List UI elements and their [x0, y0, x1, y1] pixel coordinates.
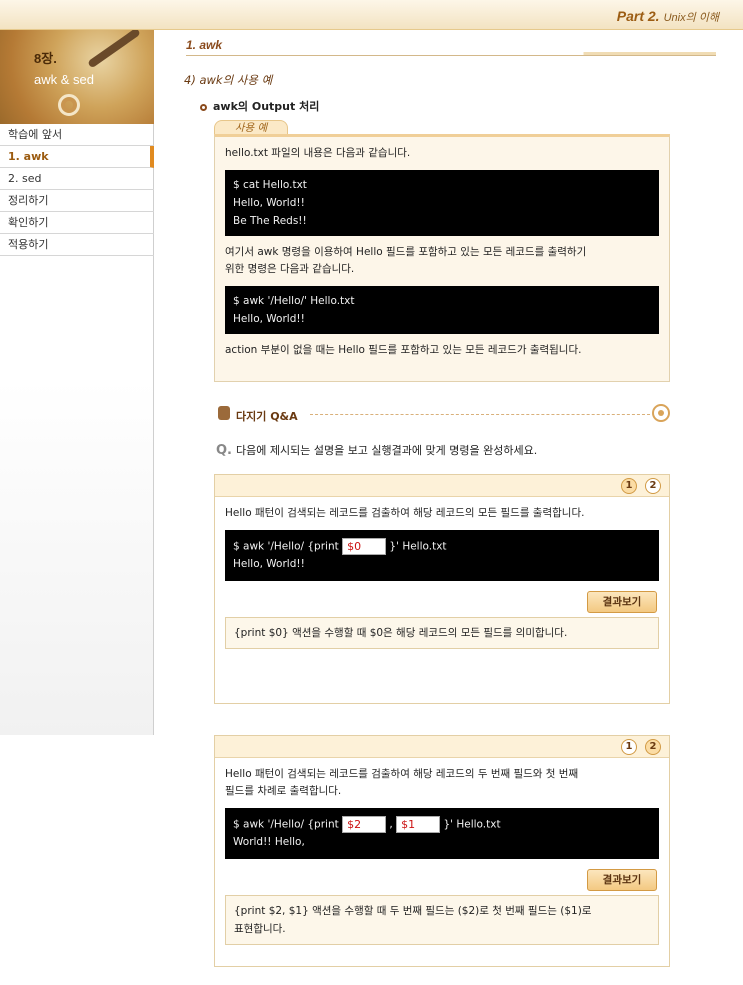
sidebar-nav: 학습에 앞서 1. awk 2. sed 정리하기 확인하기 적용하기 — [0, 124, 154, 256]
tab-2-button[interactable]: 2 — [645, 478, 661, 494]
question-text: Q. 다음에 제시되는 설명을 보고 실행결과에 맞게 명령을 완성하세요. — [216, 443, 538, 458]
tab-2-button[interactable]: 2 — [645, 739, 661, 755]
terminal-line: $ cat Hello.txt — [233, 179, 307, 191]
part-name: Unix의 이해 — [663, 12, 719, 24]
answer-input-2[interactable]: $1 — [396, 816, 441, 833]
result-text: {print $2, $1} 액션을 수행할 때 두 번째 필드는 ($2)로 … — [225, 894, 659, 945]
sidebar-item-check[interactable]: 확인하기 — [0, 212, 154, 234]
bullet-heading: awk의 Output 처리 — [200, 98, 319, 114]
tab-1-button[interactable]: 1 — [621, 739, 637, 755]
terminal-line: Hello, World!! — [233, 197, 305, 209]
dart-icon — [87, 27, 141, 69]
terminal-line: Hello, World!! — [233, 313, 305, 325]
terminal-line: Be The Reds!! — [233, 215, 307, 227]
qa-title: 다지기 Q&A — [236, 410, 298, 423]
question-box-2: 1 2 Hello 패턴이 검색되는 레코드를 검출하여 해당 레코드의 두 번… — [214, 735, 670, 967]
answer-input[interactable]: $0 — [342, 538, 387, 555]
part-title: Part 2. Unix의 이해 — [617, 8, 719, 25]
sidebar: 8장. awk & sed 학습에 앞서 1. awk 2. sed 정리하기 … — [0, 0, 154, 735]
qa-heading: 다지기 Q&A — [214, 402, 670, 426]
target-icon — [652, 404, 670, 422]
terminal-output: Hello, World!! — [233, 557, 305, 570]
target-icon — [58, 94, 80, 116]
question-box-1: 1 2 Hello 패턴이 검색되는 레코드를 검출하여 해당 레코드의 모든 … — [214, 474, 670, 704]
question-box-header: 1 2 — [215, 475, 669, 497]
result-text: {print $0} 액션을 수행할 때 $0은 해당 레코드의 모든 필드를 … — [225, 616, 659, 649]
hand-icon — [218, 406, 230, 420]
question-terminal: $ awk '/Hello/ {print $0 }' Hello.txt He… — [225, 530, 659, 581]
result-button[interactable]: 결과보기 — [587, 590, 657, 613]
example-text-1: hello.txt 파일의 내용은 다음과 같습니다. — [225, 147, 411, 159]
terminal-line: $ awk '/Hello/' Hello.txt — [233, 295, 355, 307]
subsection-title: 4) awk의 사용 예 — [184, 73, 273, 87]
sidebar-item-summary[interactable]: 정리하기 — [0, 190, 154, 212]
question-terminal: $ awk '/Hello/ {print $2 , $1 }' Hello.t… — [225, 808, 659, 859]
terminal-block-2: $ awk '/Hello/' Hello.txt Hello, World!! — [225, 286, 659, 334]
tab-1-button[interactable]: 1 — [621, 478, 637, 494]
terminal-output: World!! Hello, — [233, 835, 305, 848]
terminal-block-1: $ cat Hello.txt Hello, World!! Be The Re… — [225, 170, 659, 236]
question-box-header: 1 2 — [215, 736, 669, 758]
chapter-subtitle: awk & sed — [34, 72, 94, 87]
top-bar: Part 2. Unix의 이해 — [0, 0, 743, 30]
qa-divider — [310, 414, 650, 415]
part-number: Part 2. — [616, 8, 660, 24]
sidebar-item-sed[interactable]: 2. sed — [0, 168, 154, 190]
bullet-icon — [200, 103, 207, 111]
question-desc: Hello 패턴이 검색되는 레코드를 검출하여 해당 레코드의 두 번째 필드… — [225, 768, 579, 797]
sidebar-item-apply[interactable]: 적용하기 — [0, 234, 154, 256]
example-box: hello.txt 파일의 내용은 다음과 같습니다. $ cat Hello.… — [214, 134, 670, 382]
result-button[interactable]: 결과보기 — [587, 868, 657, 891]
question-desc: Hello 패턴이 검색되는 레코드를 검출하여 해당 레코드의 모든 필드를 … — [225, 507, 585, 519]
question-body: Hello 패턴이 검색되는 레코드를 검출하여 해당 레코드의 모든 필드를 … — [215, 497, 669, 657]
sidebar-item-awk[interactable]: 1. awk — [0, 146, 154, 168]
question-body: Hello 패턴이 검색되는 레코드를 검출하여 해당 레코드의 두 번째 필드… — [215, 758, 669, 953]
sidebar-item-intro[interactable]: 학습에 앞서 — [0, 124, 154, 146]
example-text-3: action 부분이 없을 때는 Hello 필드를 포함하고 있는 모든 레코… — [225, 344, 582, 356]
chapter-number: 8장. — [34, 51, 57, 66]
example-text-2: 여기서 awk 명령을 이용하여 Hello 필드를 포함하고 있는 모든 레코… — [225, 246, 587, 275]
section-divider — [186, 52, 716, 56]
section-title: 1. awk — [186, 38, 223, 52]
answer-input-1[interactable]: $2 — [342, 816, 387, 833]
